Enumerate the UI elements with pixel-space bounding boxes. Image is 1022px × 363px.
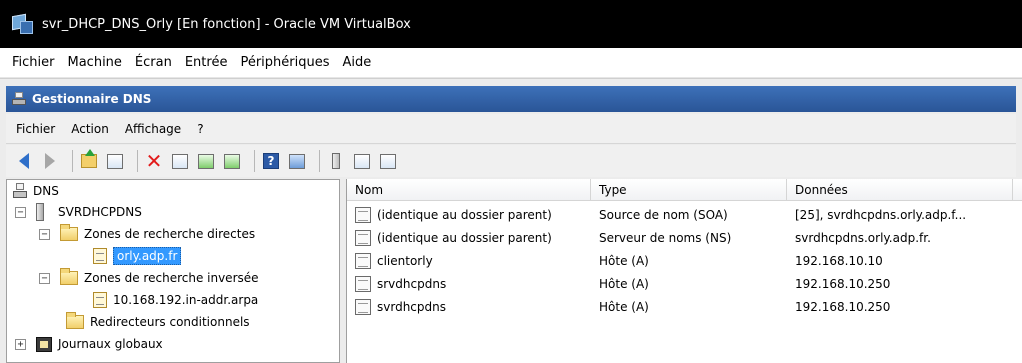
tree-node-label: Redirecteurs conditionnels — [90, 315, 250, 329]
record-data: svrdhcpdns.orly.adp.fr. — [795, 231, 931, 245]
vbox-menu-machine[interactable]: Machine — [68, 55, 122, 70]
tree-node-conditional-forwarders[interactable]: Redirecteurs conditionnels — [66, 312, 250, 332]
tree-node-label: SVRDHCPDNS — [58, 205, 142, 219]
vbox-menu-peripheriques[interactable]: Périphériques — [240, 55, 329, 70]
tree-node-global-logs[interactable]: + Journaux globaux — [15, 334, 163, 354]
record-name: svrdhcpdns — [377, 300, 446, 314]
new-record-icon[interactable] — [352, 151, 372, 171]
window-title-bar: svr_DHCP_DNS_Orly [En fonction] - Oracle… — [0, 0, 1022, 48]
record-icon — [355, 299, 371, 315]
tree-node-dns[interactable]: DNS — [13, 181, 59, 201]
collapse-icon[interactable]: − — [39, 272, 50, 284]
vbox-menu-bar: Fichier Machine Écran Entrée Périphériqu… — [0, 48, 1022, 78]
tree-node-label: 10.168.192.in-addr.arpa — [113, 293, 259, 307]
record-icon — [355, 253, 371, 269]
column-header-type[interactable]: Type — [591, 179, 787, 201]
refresh-icon[interactable] — [196, 151, 216, 171]
event-log-icon — [36, 336, 52, 352]
server-icon[interactable] — [326, 151, 346, 171]
list-header: Nom Type Données — [347, 179, 1022, 201]
table-row[interactable]: svrdhcpdns Hôte (A) 192.168.10.250 — [347, 296, 1022, 318]
record-type: Serveur de noms (NS) — [599, 231, 732, 245]
table-row[interactable]: clientorly Hôte (A) 192.168.10.10 — [347, 250, 1022, 272]
mmc-menu-help[interactable]: ? — [197, 122, 203, 136]
record-name: (identique au dossier parent) — [377, 208, 552, 222]
help-icon[interactable]: ? — [261, 151, 281, 171]
table-row[interactable]: srvdhcpdns Hôte (A) 192.168.10.250 — [347, 273, 1022, 295]
dns-manager-icon — [12, 92, 26, 106]
expand-icon[interactable]: + — [15, 338, 26, 350]
tree-node-label: Zones de recherche inversée — [84, 271, 259, 285]
record-type: Hôte (A) — [599, 254, 649, 268]
record-name: clientorly — [377, 254, 433, 268]
vbox-menu-ecran[interactable]: Écran — [135, 55, 172, 70]
virtualbox-icon — [12, 13, 34, 35]
mmc-menu-fichier[interactable]: Fichier — [16, 122, 55, 136]
folder-icon — [60, 224, 78, 241]
record-icon — [355, 230, 371, 246]
export-list-icon[interactable] — [222, 151, 242, 171]
dns-manager-title-bar: Gestionnaire DNS — [6, 86, 1016, 112]
vbox-menu-fichier[interactable]: Fichier — [12, 55, 55, 70]
collapse-icon[interactable]: − — [39, 228, 50, 240]
show-hide-tree-icon[interactable] — [105, 151, 125, 171]
dns-icon — [13, 183, 27, 199]
mmc-toolbar: ✕ ? — [6, 145, 1016, 177]
tree-node-reverse-zones[interactable]: − Zones de recherche inversée — [39, 268, 259, 288]
table-row[interactable]: (identique au dossier parent) Source de … — [347, 204, 1022, 226]
console-tree: DNS − SVRDHCPDNS − Zones de recherche di… — [6, 179, 340, 363]
record-type: Hôte (A) — [599, 300, 649, 314]
properties-icon[interactable] — [170, 151, 190, 171]
tree-node-label: Journaux globaux — [58, 337, 163, 351]
toolbar-separator — [72, 150, 73, 172]
tree-node-zone-orly[interactable]: orly.adp.fr — [93, 246, 182, 266]
tree-node-label: Zones de recherche directes — [84, 227, 256, 241]
tree-node-reverse-zone[interactable]: 10.168.192.in-addr.arpa — [93, 290, 258, 310]
tree-node-label-selected: orly.adp.fr — [113, 247, 182, 265]
tree-node-label: DNS — [33, 184, 59, 198]
record-type: Hôte (A) — [599, 277, 649, 291]
forward-arrow-icon[interactable] — [40, 151, 60, 171]
mmc-menu-affichage[interactable]: Affichage — [125, 122, 181, 136]
up-folder-icon[interactable] — [79, 149, 99, 171]
zone-icon — [93, 292, 107, 308]
toolbar-separator — [137, 150, 138, 172]
toolbar-separator — [254, 150, 255, 172]
view-icon[interactable] — [287, 151, 307, 171]
dns-manager-title: Gestionnaire DNS — [32, 92, 152, 106]
toolbar-separator — [319, 150, 320, 172]
tree-node-forward-zones[interactable]: − Zones de recherche directes — [39, 224, 255, 244]
mmc-menu-bar: Fichier Action Affichage ? — [6, 114, 1016, 144]
server-icon — [36, 203, 44, 221]
record-data: [25], svrdhcpdns.orly.adp.f... — [795, 208, 967, 222]
back-arrow-icon[interactable] — [14, 151, 34, 171]
mmc-menu-action[interactable]: Action — [71, 122, 109, 136]
record-name: srvdhcpdns — [377, 277, 447, 291]
record-icon — [355, 276, 371, 292]
folder-icon — [66, 312, 84, 329]
record-icon — [355, 207, 371, 223]
records-icon[interactable] — [378, 151, 398, 171]
record-name: (identique au dossier parent) — [377, 231, 552, 245]
collapse-icon[interactable]: − — [15, 206, 26, 218]
record-type: Source de nom (SOA) — [599, 208, 728, 222]
column-header-donnees[interactable]: Données — [787, 179, 1013, 201]
record-data: 192.168.10.10 — [795, 254, 883, 268]
folder-icon — [60, 268, 78, 285]
column-header-nom[interactable]: Nom — [347, 179, 591, 201]
vbox-menu-aide[interactable]: Aide — [343, 55, 372, 70]
records-list: Nom Type Données (identique au dossier p… — [346, 179, 1022, 363]
record-data: 192.168.10.250 — [795, 300, 891, 314]
tree-node-server[interactable]: − SVRDHCPDNS — [15, 202, 142, 222]
vbox-menu-entree[interactable]: Entrée — [185, 55, 228, 70]
zone-icon — [93, 248, 107, 264]
table-row[interactable]: (identique au dossier parent) Serveur de… — [347, 227, 1022, 249]
delete-icon[interactable]: ✕ — [144, 151, 164, 171]
window-title: svr_DHCP_DNS_Orly [En fonction] - Oracle… — [42, 16, 411, 32]
record-data: 192.168.10.250 — [795, 277, 891, 291]
